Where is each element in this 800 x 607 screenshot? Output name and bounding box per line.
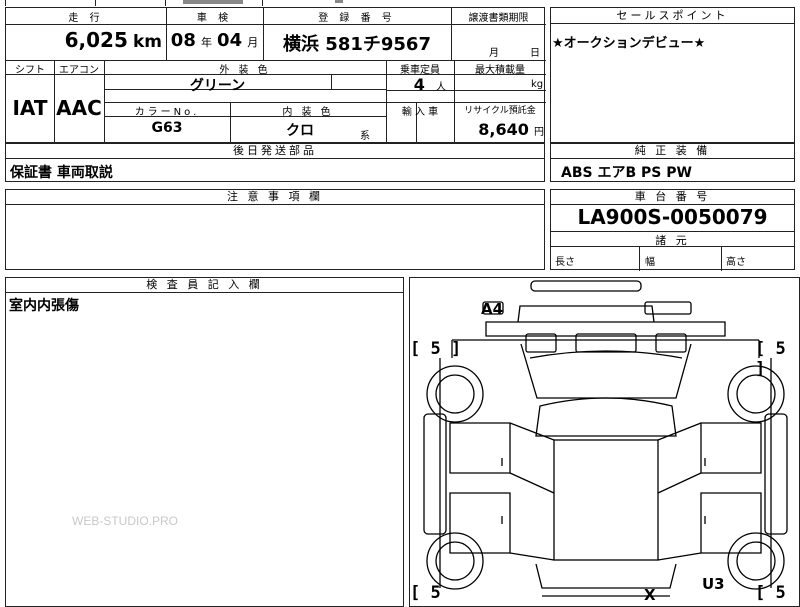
notes-box: 注 意 事 項 欄 xyxy=(5,189,545,270)
watermark: WEB-STUDIO.PRO xyxy=(72,514,179,528)
mileage-unit: km xyxy=(132,32,162,52)
later-parts-text: 保証書 車両取説 xyxy=(10,165,113,181)
car-outline-diagram xyxy=(423,280,788,597)
aircon-value: AAC xyxy=(56,96,102,120)
later-parts-box: 後日発送部品 保証書 車両取説 xyxy=(5,143,545,182)
chassis-value: LA900S-0050079 xyxy=(577,205,768,229)
interior-color-value: クロ xyxy=(286,123,314,139)
top-strip xyxy=(0,0,800,6)
registration-header: 登 録 番 号 xyxy=(318,13,396,24)
exterior-color-value: グリーン xyxy=(189,78,246,94)
selling-points-header: セールスポイント xyxy=(551,8,794,24)
standard-equipment-text: ABS エアB PS PW xyxy=(561,165,692,181)
mileage-header: 走 行 xyxy=(68,13,104,24)
vehicle-info-table: 走 行 車 検 登 録 番 号 譲渡書類期限 6,025 km 08 年 04 … xyxy=(5,7,546,144)
mark-x: X xyxy=(644,586,656,604)
tire-mark-front-right: [ 5 ] xyxy=(755,339,786,379)
exterior-color-header: 外 装 色 xyxy=(219,65,271,76)
width-label: 幅 xyxy=(645,257,655,268)
standard-equipment-box: 純 正 装 備 ABS エアB PS PW xyxy=(550,143,795,182)
inspector-header: 検 査 員 記 入 欄 xyxy=(6,278,403,293)
chassis-box: 車 台 番 号 LA900S-0050079 諸 元 長さ 幅 高さ xyxy=(550,189,795,271)
capacity-unit: 人 xyxy=(436,82,446,93)
notes-header: 注 意 事 項 欄 xyxy=(6,190,544,205)
length-label: 長さ xyxy=(555,257,575,268)
height-label: 高さ xyxy=(726,257,746,268)
month-unit: 月 xyxy=(247,36,259,49)
color-no-value: G63 xyxy=(151,120,183,136)
mark-u3: U3 xyxy=(702,575,725,593)
inspector-text: 室内内張傷 xyxy=(9,298,79,314)
color-no-header: カラーNo. xyxy=(134,107,200,118)
later-parts-header: 後日発送部品 xyxy=(6,144,544,159)
tire-mark-rear-left: [ 5 xyxy=(410,583,441,603)
inspection-header: 車 検 xyxy=(196,13,233,24)
mark-a4: A4 xyxy=(481,300,504,318)
inspection-year: 08 xyxy=(170,30,196,51)
capacity-header: 乗車定員 xyxy=(400,65,440,76)
transfer-deadline-header: 譲渡書類期限 xyxy=(468,13,529,24)
shift-header: シフト xyxy=(15,65,45,76)
registration-number: 横浜 581チ9567 xyxy=(283,34,431,55)
inspector-box: 検 査 員 記 入 欄 室内内張傷 xyxy=(5,277,404,607)
recycle-value: 8,640 xyxy=(478,120,529,139)
capacity-value: 4 xyxy=(413,75,425,94)
chassis-header: 車 台 番 号 xyxy=(551,190,794,205)
inspection-month: 04 xyxy=(217,30,243,51)
recycle-header: リサイクル預託金 xyxy=(464,106,536,116)
shift-value: IAT xyxy=(12,96,48,120)
import-header: 輸 入 車 xyxy=(401,107,439,118)
load-unit: kg xyxy=(531,79,544,90)
recycle-unit: 円 xyxy=(534,127,544,138)
selling-points-text: ★オークションデビュー★ xyxy=(552,36,706,51)
transfer-month-unit: 月 xyxy=(489,48,499,59)
car-diagram-box: A4 U3 X [ 5 ] [ 5 ] [ 5 [ 5 xyxy=(409,277,800,607)
tire-mark-rear-right: [ 5 xyxy=(755,583,786,603)
year-unit: 年 xyxy=(200,36,212,49)
interior-suffix: 系 xyxy=(360,131,370,142)
standard-equipment-header: 純 正 装 備 xyxy=(551,144,794,159)
interior-color-header: 内 装 色 xyxy=(282,107,334,118)
selling-points-box: セールスポイント ★オークションデビュー★ xyxy=(550,7,795,143)
transfer-day-unit: 日 xyxy=(530,48,540,59)
aircon-header: エアコン xyxy=(59,65,99,76)
mileage-value: 6,025 xyxy=(64,28,128,52)
max-load-header: 最大積載量 xyxy=(475,65,525,76)
tire-mark-front-left: [ 5 ] xyxy=(410,339,462,359)
